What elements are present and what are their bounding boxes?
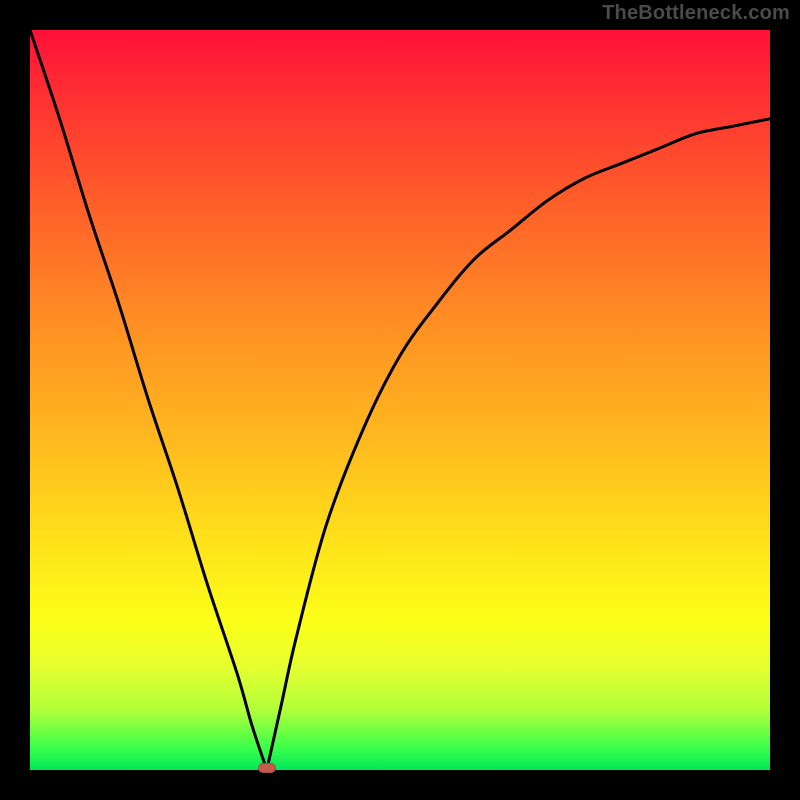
chart-frame: TheBottleneck.com bbox=[0, 0, 800, 800]
plot-area bbox=[30, 30, 770, 770]
watermark-text: TheBottleneck.com bbox=[602, 2, 790, 25]
bottleneck-curve bbox=[30, 30, 770, 770]
curve-svg bbox=[30, 30, 770, 770]
minimum-marker bbox=[258, 763, 276, 773]
